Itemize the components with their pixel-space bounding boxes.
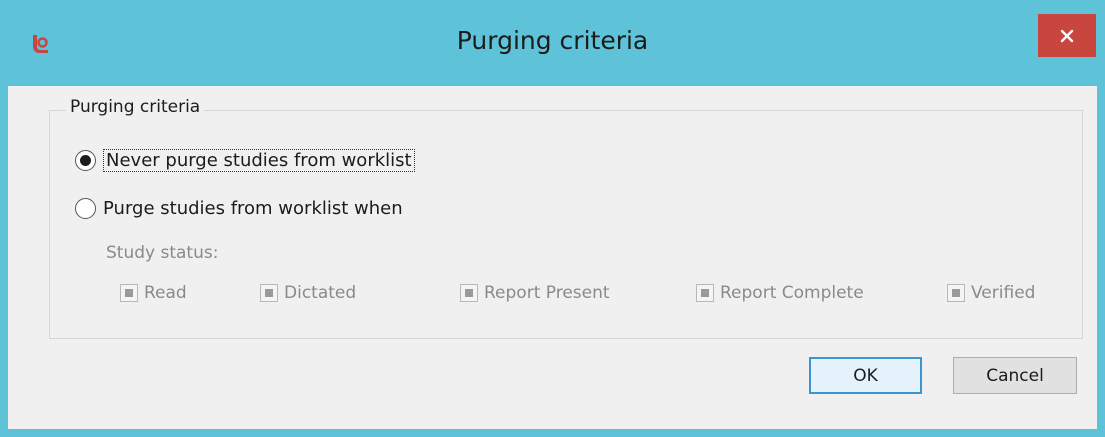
cancel-button[interactable]: Cancel xyxy=(953,357,1077,394)
study-status-label: Study status: xyxy=(106,243,219,263)
checkbox-label: Verified xyxy=(971,283,1036,303)
dialog-body: Purging criteria Never purge studies fro… xyxy=(8,86,1097,429)
radio-button-selected[interactable] xyxy=(75,150,96,171)
close-button[interactable] xyxy=(1038,14,1096,57)
checkbox-label: Report Present xyxy=(484,283,610,303)
checkbox-indeterminate[interactable] xyxy=(460,284,478,302)
checkbox-report-complete[interactable]: Report Complete xyxy=(696,283,864,303)
checkbox-label: Report Complete xyxy=(720,283,864,303)
radio-purge-when[interactable]: Purge studies from worklist when xyxy=(75,198,403,219)
checkbox-label: Read xyxy=(144,283,187,303)
ok-button[interactable]: OK xyxy=(809,357,922,394)
radio-button[interactable] xyxy=(75,198,96,219)
checkbox-dictated[interactable]: Dictated xyxy=(260,283,356,303)
radio-never-purge[interactable]: Never purge studies from worklist xyxy=(75,149,415,172)
window-title: Purging criteria xyxy=(456,26,649,55)
checkbox-report-present[interactable]: Report Present xyxy=(460,283,610,303)
checkbox-label: Dictated xyxy=(284,283,357,303)
checkbox-read[interactable]: Read xyxy=(120,283,187,303)
checkbox-verified[interactable]: Verified xyxy=(947,283,1035,303)
checkbox-indeterminate[interactable] xyxy=(947,284,965,302)
radio-label: Never purge studies from worklist xyxy=(103,149,415,172)
checkbox-indeterminate[interactable] xyxy=(260,284,278,302)
radio-label: Purge studies from worklist when xyxy=(103,198,403,219)
purging-criteria-group: Purging criteria Never purge studies fro… xyxy=(49,97,1083,339)
checkbox-indeterminate[interactable] xyxy=(696,284,714,302)
checkbox-indeterminate[interactable] xyxy=(120,284,138,302)
dialog-window: Purging criteria Purging criteria Never … xyxy=(0,0,1105,437)
close-icon xyxy=(1060,29,1074,42)
title-bar[interactable]: Purging criteria xyxy=(0,0,1105,86)
group-title: Purging criteria xyxy=(66,97,205,117)
